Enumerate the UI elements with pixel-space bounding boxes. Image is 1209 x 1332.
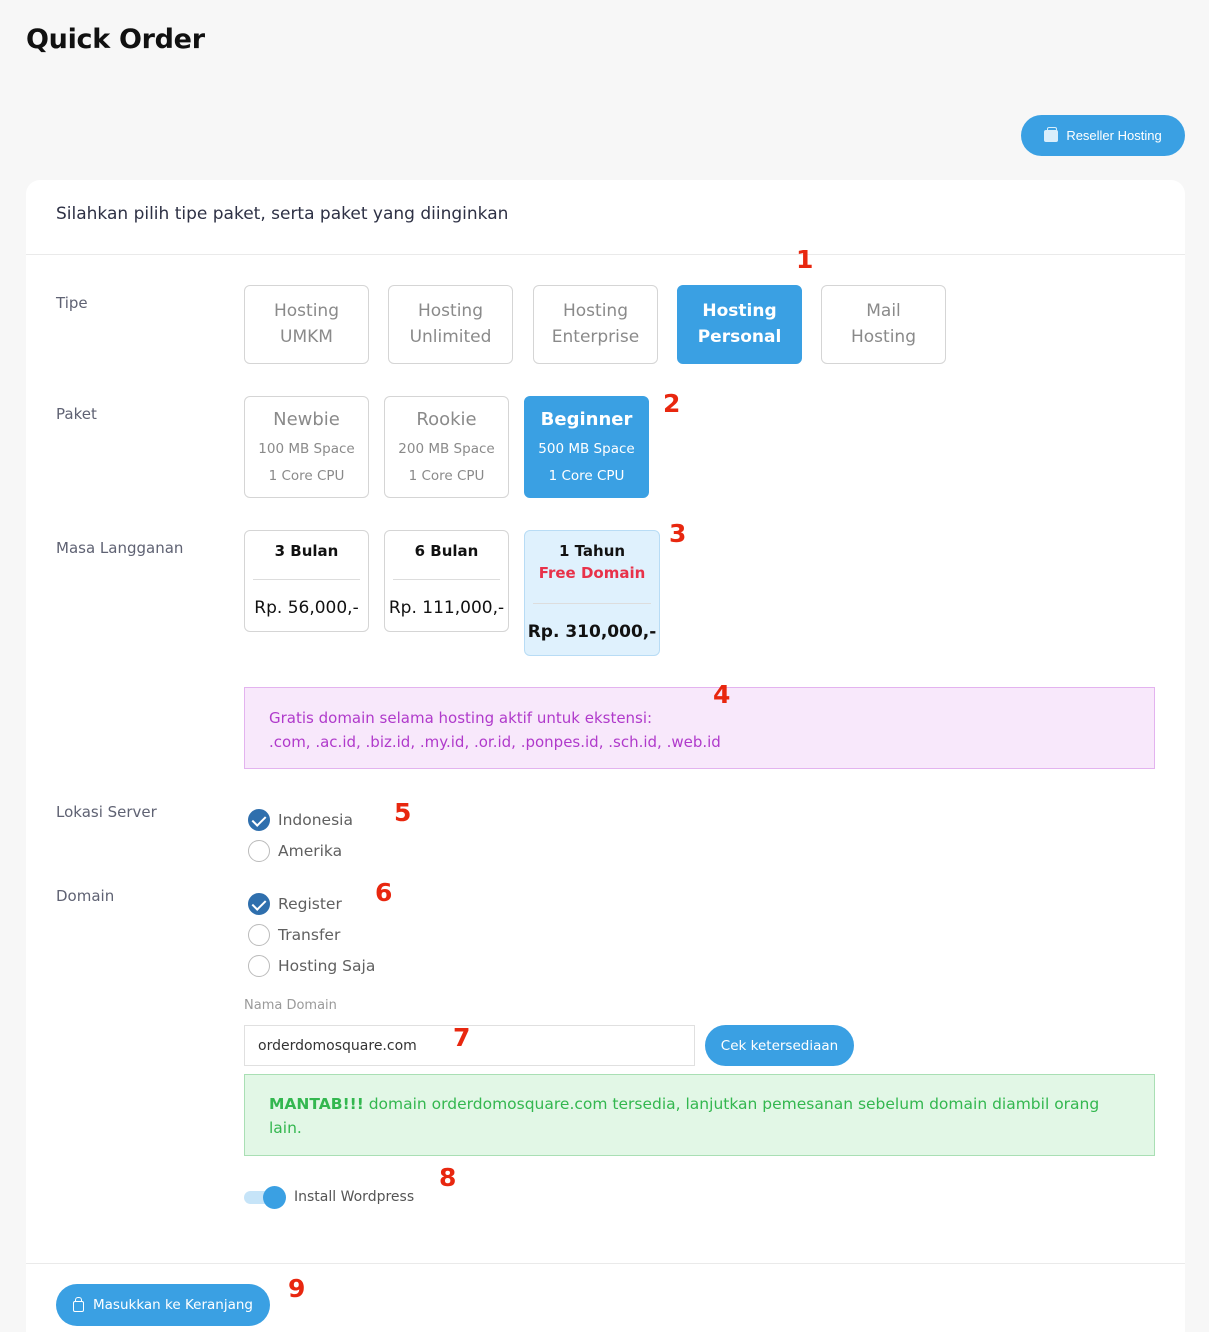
install-wordpress-label: Install Wordpress	[294, 1189, 415, 1205]
briefcase-icon	[1044, 126, 1059, 142]
card-heading: Silahkan pilih tipe paket, serta paket y…	[56, 204, 509, 224]
tipe-option-line1: Hosting	[274, 301, 339, 321]
radio-unchecked[interactable]	[248, 955, 270, 977]
paket-name: Beginner	[540, 409, 633, 430]
reseller-hosting-button[interactable]: Reseller Hosting	[1021, 115, 1185, 156]
masa-langganan-label: Masa Langganan	[56, 539, 184, 557]
radio-checked[interactable]	[248, 809, 270, 831]
footer-divider	[26, 1263, 1185, 1264]
paket-option-beginner[interactable]: Beginner 500 MB Space 1 Core CPU	[524, 396, 649, 498]
marker-3: 3	[669, 519, 687, 548]
tipe-option-hosting-personal[interactable]: Hosting Personal	[677, 285, 802, 364]
check-availability-button[interactable]: Cek ketersediaan	[705, 1025, 854, 1066]
lokasi-option-amerika[interactable]: Amerika	[248, 840, 342, 862]
available-message: domain orderdomosquare.com tersedia, lan…	[269, 1095, 1100, 1137]
lokasi-option-label: Indonesia	[278, 811, 353, 829]
domain-option-label: Transfer	[278, 926, 341, 944]
tipe-option-line1: Hosting	[563, 301, 628, 321]
nama-domain-label: Nama Domain	[244, 998, 337, 1013]
paket-space: 200 MB Space	[398, 441, 495, 457]
page-title: Quick Order	[26, 24, 205, 55]
tipe-option-line1: Hosting	[418, 301, 483, 321]
marker-2: 2	[663, 389, 681, 418]
card-header: Silahkan pilih tipe paket, serta paket y…	[26, 180, 1185, 255]
domain-option-hosting-saja[interactable]: Hosting Saja	[248, 955, 375, 977]
tipe-option-hosting-unlimited[interactable]: Hosting Unlimited	[388, 285, 513, 364]
masa-period: 3 Bulan	[274, 542, 339, 560]
masa-option-1-tahun[interactable]: 1 Tahun Free Domain Rp. 310,000,-	[524, 530, 660, 656]
paket-name: Newbie	[273, 409, 340, 430]
lokasi-server-label: Lokasi Server	[56, 803, 157, 821]
tipe-option-line2: Enterprise	[551, 327, 640, 347]
tipe-option-hosting-enterprise[interactable]: Hosting Enterprise	[533, 285, 658, 364]
tipe-option-hosting-umkm[interactable]: Hosting UMKM	[244, 285, 369, 364]
domain-option-register[interactable]: Register	[248, 893, 342, 915]
toggle-knob[interactable]	[263, 1186, 286, 1209]
order-card: Silahkan pilih tipe paket, serta paket y…	[26, 180, 1185, 1332]
marker-1: 1	[796, 245, 814, 274]
add-to-cart-label: Masukkan ke Keranjang	[93, 1297, 253, 1313]
masa-period-block: 1 Tahun Free Domain	[525, 531, 659, 603]
domain-option-transfer[interactable]: Transfer	[248, 924, 340, 946]
lokasi-option-indonesia[interactable]: Indonesia	[248, 809, 353, 831]
paket-name: Rookie	[416, 409, 477, 430]
domain-option-label: Hosting Saja	[278, 957, 376, 975]
domain-label: Domain	[56, 887, 115, 905]
radio-unchecked[interactable]	[248, 924, 270, 946]
paket-cpu: 1 Core CPU	[268, 468, 345, 484]
paket-option-rookie[interactable]: Rookie 200 MB Space 1 Core CPU	[384, 396, 509, 498]
paket-cpu: 1 Core CPU	[548, 468, 625, 484]
masa-option-6-bulan[interactable]: 6 Bulan Rp. 111,000,-	[384, 530, 509, 632]
tipe-option-mail-hosting[interactable]: Mail Hosting	[821, 285, 946, 364]
masa-price: Rp. 56,000,-	[254, 598, 359, 618]
marker-6: 6	[375, 878, 393, 907]
available-strong-text: MANTAB!!!	[269, 1095, 364, 1113]
marker-5: 5	[394, 798, 412, 827]
free-domain-info-line1: Gratis domain selama hosting aktif untuk…	[269, 709, 653, 727]
paket-space: 500 MB Space	[538, 441, 635, 457]
add-to-cart-button[interactable]: Masukkan ke Keranjang	[56, 1284, 270, 1326]
marker-8: 8	[439, 1163, 457, 1192]
masa-price: Rp. 310,000,-	[527, 622, 657, 642]
marker-4: 4	[713, 680, 731, 709]
free-domain-badge: Free Domain	[538, 564, 646, 582]
domain-option-label: Register	[278, 895, 342, 913]
paket-option-newbie[interactable]: Newbie 100 MB Space 1 Core CPU	[244, 396, 369, 498]
masa-price: Rp. 111,000,-	[388, 598, 505, 618]
tipe-option-line2: Unlimited	[409, 327, 492, 347]
masa-option-3-bulan[interactable]: 3 Bulan Rp. 56,000,-	[244, 530, 369, 632]
marker-9: 9	[288, 1274, 306, 1303]
tipe-option-line1: Mail	[866, 301, 901, 321]
paket-label: Paket	[56, 405, 97, 423]
reseller-hosting-label: Reseller Hosting	[1066, 128, 1162, 143]
domain-available-alert: MANTAB!!! domain orderdomosquare.com ter…	[244, 1074, 1155, 1156]
shopping-bag-icon	[73, 1297, 84, 1312]
radio-checked[interactable]	[248, 893, 270, 915]
marker-7: 7	[453, 1023, 471, 1052]
lokasi-option-label: Amerika	[278, 842, 343, 860]
masa-period: 6 Bulan	[414, 542, 479, 560]
free-domain-info: Gratis domain selama hosting aktif untuk…	[244, 687, 1155, 769]
install-wordpress-toggle[interactable]	[244, 1186, 286, 1209]
tipe-option-line2: Hosting	[851, 327, 916, 347]
tipe-option-line2: Personal	[697, 327, 782, 347]
paket-cpu: 1 Core CPU	[408, 468, 485, 484]
masa-period: 1 Tahun	[558, 542, 626, 560]
free-domain-info-extensions: .com, .ac.id, .biz.id, .my.id, .or.id, .…	[269, 733, 721, 751]
tipe-option-line2: UMKM	[280, 327, 333, 347]
tipe-label: Tipe	[56, 294, 88, 312]
paket-space: 100 MB Space	[258, 441, 355, 457]
radio-unchecked[interactable]	[248, 840, 270, 862]
tipe-option-line1: Hosting	[702, 301, 777, 321]
